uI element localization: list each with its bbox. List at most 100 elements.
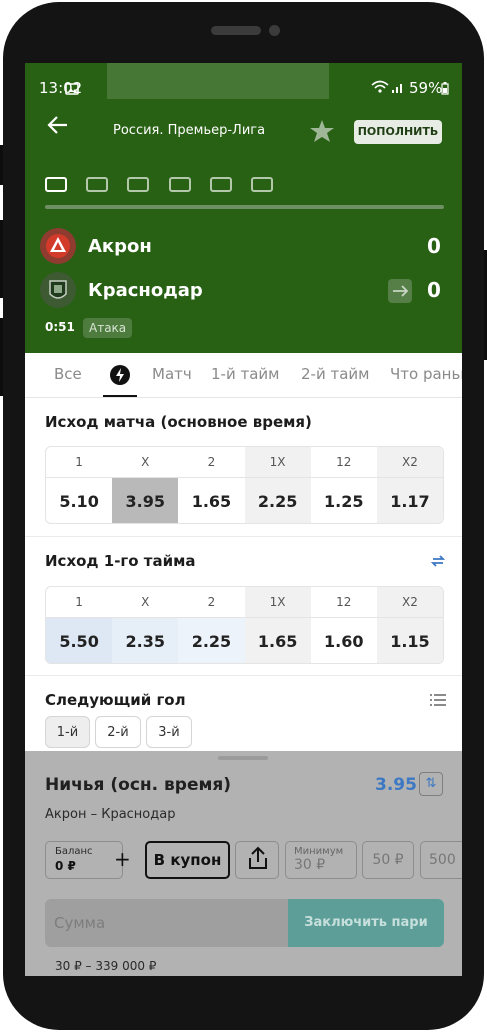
divider xyxy=(25,675,462,676)
minimum-value: 30 ₽ xyxy=(294,857,326,873)
market-title: Исход матча (основное время) xyxy=(45,413,312,431)
front-camera xyxy=(269,25,280,36)
side-button xyxy=(0,220,3,298)
lightning-tab-icon[interactable] xyxy=(109,364,131,390)
odds-header: 1X xyxy=(244,587,311,617)
share-button[interactable] xyxy=(235,841,279,879)
odds-cell[interactable]: 1.65 xyxy=(244,618,311,663)
odds-header: 1X xyxy=(244,447,311,477)
odds-cell[interactable]: 2.25 xyxy=(178,618,245,663)
battery-level: 59% xyxy=(409,79,443,97)
away-team-score: 0 xyxy=(427,278,441,302)
coupon-panel: Ничья (осн. время) 3.95 ⇅ Акрон – Красно… xyxy=(25,751,462,976)
odds-cell[interactable]: 2.35 xyxy=(112,618,179,663)
add-funds-plus[interactable]: + xyxy=(114,847,131,871)
status-blur xyxy=(107,63,329,99)
amount-input[interactable]: Сумма xyxy=(45,899,288,947)
odds-header: X2 xyxy=(376,587,443,617)
coupon-matchup: Акрон – Краснодар xyxy=(45,807,176,822)
match-phase-badge: Атака xyxy=(83,318,133,338)
match-result-odds: 1 X 2 1X 12 X2 5.10 3.95 1.65 2.25 1.25 … xyxy=(45,446,444,524)
video-tab-icon[interactable] xyxy=(86,177,108,192)
odds-cell-selected[interactable]: 3.95 xyxy=(112,478,179,523)
tab-second-half[interactable]: 2-й тайм xyxy=(301,365,369,383)
place-bet-button[interactable]: Заключить пари xyxy=(288,899,444,947)
odds-header: 1 xyxy=(75,595,83,609)
wifi-icon xyxy=(371,80,389,98)
battery-icon xyxy=(441,81,449,99)
odds-header: 12 xyxy=(336,455,352,469)
markets-sheet: Все Матч 1-й тайм 2-й тайм Что раньше Ис… xyxy=(25,353,462,773)
akron-logo-icon xyxy=(40,228,76,264)
odds-cell[interactable]: 1.25 xyxy=(311,478,377,523)
coupon-selection-title: Ничья (осн. время) xyxy=(45,775,232,795)
lineup-tab-icon[interactable] xyxy=(210,177,232,192)
odds-header: 12 xyxy=(336,595,352,609)
deposit-button[interactable]: ПОПОЛНИТЬ xyxy=(354,120,442,144)
odds-cell[interactable]: 2.25 xyxy=(244,478,311,523)
league-title: Россия. Премьер-Лига xyxy=(113,123,266,138)
odds-cell[interactable]: 5.50 xyxy=(46,618,113,663)
odds-header: 1 xyxy=(75,455,83,469)
active-tab-indicator xyxy=(103,395,137,397)
home-team-name: Акрон xyxy=(88,236,152,257)
odds-cell[interactable]: 1.65 xyxy=(178,478,244,523)
odds-change-icon[interactable]: ⇅ xyxy=(419,772,443,796)
krasnodar-logo-icon xyxy=(40,272,76,308)
side-button xyxy=(0,145,3,185)
amount-placeholder: Сумма xyxy=(54,914,106,932)
goal-chip[interactable]: 2-й xyxy=(95,716,141,748)
side-button xyxy=(0,318,3,396)
away-team-name: Краснодар xyxy=(88,280,203,301)
app-screen: 13:02 59% Россия. Премьер-Лига ПОПОЛНИТЬ xyxy=(25,63,462,976)
coupon-odds: 3.95 xyxy=(375,775,417,795)
tab-all[interactable]: Все xyxy=(54,365,82,383)
back-arrow-icon[interactable] xyxy=(47,115,69,139)
favorite-star-icon[interactable] xyxy=(309,118,335,148)
odds-header: 2 xyxy=(207,455,216,469)
divider xyxy=(25,536,462,537)
match-header: 13:02 59% Россия. Премьер-Лига ПОПОЛНИТЬ xyxy=(25,63,462,353)
minimum-label: Минимум xyxy=(294,846,344,857)
market-title: Следующий гол xyxy=(45,691,186,709)
quick-amount-button[interactable]: 500 xyxy=(420,841,462,879)
scoreboard-tab-icon[interactable] xyxy=(251,177,273,192)
possession-arrow-icon xyxy=(388,279,412,303)
tab-what-first[interactable]: Что раньше xyxy=(390,365,462,383)
match-progress-bar xyxy=(45,205,444,209)
signal-icon xyxy=(391,80,405,98)
first-half-odds: 1 X 2 1X 12 X2 5.50 2.35 2.25 1.65 1.60 … xyxy=(45,586,444,664)
odds-header: X xyxy=(141,455,150,469)
market-tabs: Все Матч 1-й тайм 2-й тайм Что раньше xyxy=(25,353,462,398)
share-icon xyxy=(249,846,267,869)
home-team-score: 0 xyxy=(427,234,441,258)
odds-cell[interactable]: 1.15 xyxy=(376,618,443,663)
refresh-swap-icon[interactable] xyxy=(430,553,446,573)
balance-value: 0 ₽ xyxy=(55,859,76,873)
tab-first-half[interactable]: 1-й тайм xyxy=(211,365,279,383)
quick-amount-button[interactable]: 50 ₽ xyxy=(362,841,414,879)
match-clock: 0:51 xyxy=(45,320,75,334)
speaker xyxy=(211,26,261,35)
tab-match[interactable]: Матч xyxy=(152,365,192,383)
odds-cell[interactable]: 1.17 xyxy=(376,478,443,523)
goal-chip[interactable]: 1-й xyxy=(45,716,90,748)
odds-cell[interactable]: 5.10 xyxy=(46,478,112,523)
drag-handle[interactable] xyxy=(218,756,268,760)
add-to-coupon-button[interactable]: В купон xyxy=(145,841,230,879)
odds-header: X2 xyxy=(376,447,443,477)
info-tab-icon[interactable] xyxy=(45,177,67,192)
amount-range: 30 ₽ – 339 000 ₽ xyxy=(55,959,157,973)
balance-box: Баланс 0 ₽ + xyxy=(45,841,131,879)
stats-tab-icon[interactable] xyxy=(169,177,191,192)
list-icon[interactable] xyxy=(430,692,446,712)
odds-header: 2 xyxy=(207,595,216,609)
image-notification-icon xyxy=(65,81,79,99)
balance-label: Баланс xyxy=(55,846,93,857)
odds-header: X xyxy=(141,595,150,609)
minimum-amount-button[interactable]: Минимум 30 ₽ xyxy=(285,841,357,879)
goal-chip[interactable]: 3-й xyxy=(146,716,192,748)
market-title: Исход 1-го тайма xyxy=(45,552,196,570)
field-tab-icon[interactable] xyxy=(127,177,149,192)
odds-cell[interactable]: 1.60 xyxy=(311,618,377,663)
